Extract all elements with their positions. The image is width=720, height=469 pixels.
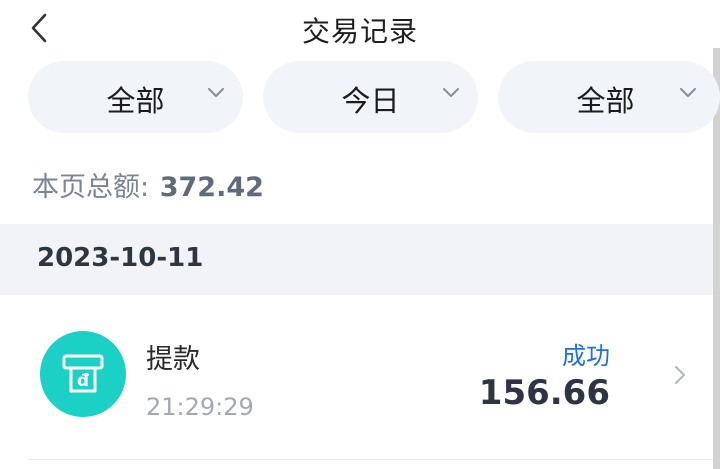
transaction-name: 提款: [146, 344, 200, 375]
transaction-status: 成功: [562, 342, 610, 370]
svg-text:đ: đ: [77, 371, 90, 391]
chevron-down-icon: [680, 88, 696, 97]
transaction-row[interactable]: đ 提款 21:29:29 成功 156.66: [0, 295, 713, 459]
page-title: 交易记录: [301, 15, 418, 48]
row-divider: [28, 459, 713, 460]
filter-bar: 全部 今日 全部: [0, 61, 720, 133]
page-total: 本页总额: 372.42: [32, 165, 264, 204]
chevron-right-icon: [675, 366, 685, 384]
page-total-amount: 372.42: [159, 172, 264, 203]
group-date: 2023-10-11: [37, 243, 204, 273]
filter-date-dropdown[interactable]: 今日: [263, 61, 478, 133]
filter-status-dropdown[interactable]: 全部: [498, 61, 720, 133]
filter-status-label: 全部: [576, 84, 635, 118]
filter-type-dropdown[interactable]: 全部: [28, 61, 243, 133]
chevron-down-icon: [208, 88, 224, 97]
transaction-avatar: đ: [40, 331, 126, 417]
chevron-down-icon: [443, 88, 459, 97]
page-total-label: 本页总额:: [32, 172, 150, 203]
date-group-header: 2023-10-11: [0, 224, 713, 295]
filter-type-label: 全部: [106, 84, 165, 118]
filter-date-label: 今日: [341, 84, 400, 118]
cash-withdrawal-icon: đ: [62, 354, 104, 393]
app-header: 交易记录: [0, 0, 720, 58]
transaction-amount: 156.66: [478, 373, 610, 413]
transaction-time: 21:29:29: [146, 393, 254, 421]
